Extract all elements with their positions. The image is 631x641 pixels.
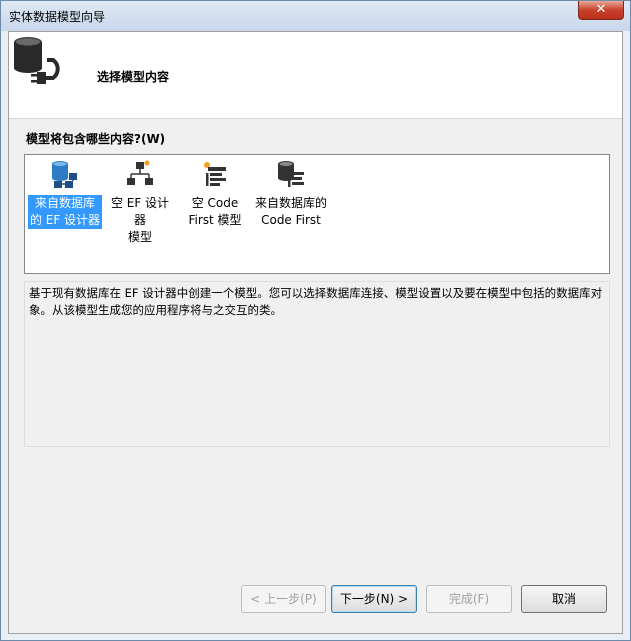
list-item-code-first-from-db[interactable]: 来自数据库的 Code First bbox=[252, 155, 330, 235]
code-first-icon bbox=[204, 162, 226, 186]
close-button[interactable]: ✕ bbox=[578, 1, 624, 20]
model-content-list[interactable]: 来自数据库 的 EF 设计器 空 EF 设计器 模型 空 Code First … bbox=[24, 154, 610, 274]
wizard-header: 选择模型内容 bbox=[9, 32, 622, 119]
wizard-client: 选择模型内容 模型将包含哪些内容?(W) 来自数据库 的 EF 设计器 空 EF… bbox=[8, 31, 623, 634]
wizard-window: 实体数据模型向导 ✕ 选择模型内容 模型将包含哪些内容?(W) 来自数据库 的 … bbox=[0, 0, 631, 641]
content-prompt-label: 模型将包含哪些内容?(W) bbox=[26, 132, 166, 146]
list-item-empty-code-first[interactable]: 空 Code First 模型 bbox=[180, 155, 250, 235]
finish-button[interactable]: 完成(F) bbox=[426, 585, 512, 613]
close-icon: ✕ bbox=[595, 2, 607, 17]
title-bar[interactable]: 实体数据模型向导 ✕ bbox=[1, 1, 630, 31]
next-button[interactable]: 下一步(N) > bbox=[331, 585, 417, 613]
cancel-button[interactable]: 取消 bbox=[521, 585, 607, 613]
option-description: 基于现有数据库在 EF 设计器中创建一个模型。您可以选择数据库连接、模型设置以及… bbox=[24, 281, 610, 447]
list-item-label: 来自数据库的 Code First bbox=[254, 196, 327, 227]
hierarchy-icon bbox=[127, 160, 153, 185]
list-item-label: 空 Code First 模型 bbox=[188, 196, 242, 227]
database-plug-icon bbox=[14, 37, 60, 84]
list-item-empty-ef-designer[interactable]: 空 EF 设计器 模型 bbox=[104, 155, 176, 244]
window-title: 实体数据模型向导 bbox=[9, 10, 106, 24]
database-code-icon bbox=[278, 161, 304, 187]
database-diagram-icon bbox=[52, 161, 77, 188]
page-title: 选择模型内容 bbox=[97, 70, 170, 84]
list-item-ef-designer-from-db[interactable]: 来自数据库 的 EF 设计器 bbox=[28, 155, 102, 235]
list-item-label: 来自数据库 的 EF 设计器 bbox=[28, 195, 102, 229]
back-button[interactable]: < 上一步(P) bbox=[241, 585, 326, 613]
list-item-label: 空 EF 设计器 模型 bbox=[110, 196, 170, 244]
